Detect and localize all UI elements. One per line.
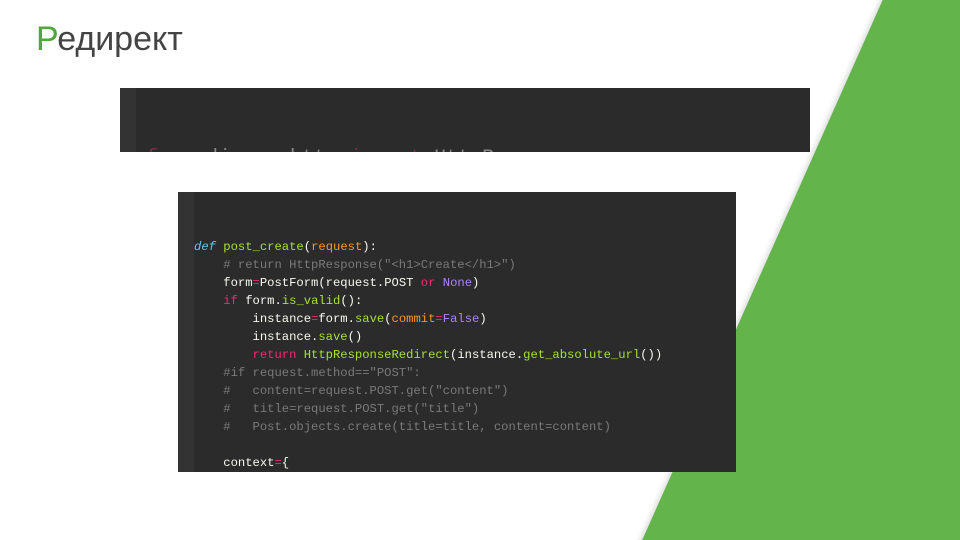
comment: # title=request.POST.get("title") xyxy=(223,402,479,416)
fn-call: save xyxy=(318,330,347,344)
code-text: instance. xyxy=(253,330,319,344)
code-text: form. xyxy=(318,312,355,326)
title-rest: едирект xyxy=(57,20,183,58)
code-text: instance. xyxy=(457,348,523,362)
kw-from: from xyxy=(146,147,194,152)
title-accent: Р xyxy=(36,20,57,58)
kw-return: return xyxy=(253,348,297,362)
code-text: HttpResponse xyxy=(422,147,578,152)
const-none: None xyxy=(443,276,472,290)
code-text: form xyxy=(223,276,252,290)
const-false: False xyxy=(443,312,480,326)
kw-if: if xyxy=(223,294,238,308)
code-text: instance xyxy=(253,312,312,326)
code-block-imports: from django.http import HttpResponse fro… xyxy=(120,88,810,152)
fn-call: save xyxy=(355,312,384,326)
kw-or: or xyxy=(421,276,436,290)
slide: Редирект from django.http import HttpRes… xyxy=(0,0,960,540)
code-text: context xyxy=(223,456,274,470)
comment: #if request.method=="POST": xyxy=(223,366,420,380)
arg: request xyxy=(311,240,362,254)
comment: # content=request.POST.get("content") xyxy=(223,384,508,398)
code-text: django.http xyxy=(194,147,350,152)
fn-call: get_absolute_url xyxy=(523,348,640,362)
code-gutter xyxy=(178,192,194,472)
comment: # Post.objects.create(title=title, conte… xyxy=(223,420,611,434)
kwarg: commit xyxy=(392,312,436,326)
code-block-view: def post_create(request): # return HttpR… xyxy=(178,192,736,472)
fn-name: post_create xyxy=(223,240,303,254)
class-name: HttpResponseRedirect xyxy=(304,348,450,362)
code-gutter xyxy=(120,88,136,152)
kw-import: import xyxy=(350,147,422,152)
comment: # return HttpResponse("<h1>Create</h1>") xyxy=(223,258,516,272)
code-text: form. xyxy=(245,294,282,308)
code-text: PostForm(request.POST xyxy=(260,276,414,290)
kw-def: def xyxy=(194,240,216,254)
slide-title: Редирект xyxy=(36,20,183,59)
fn-call: is_valid xyxy=(282,294,341,308)
